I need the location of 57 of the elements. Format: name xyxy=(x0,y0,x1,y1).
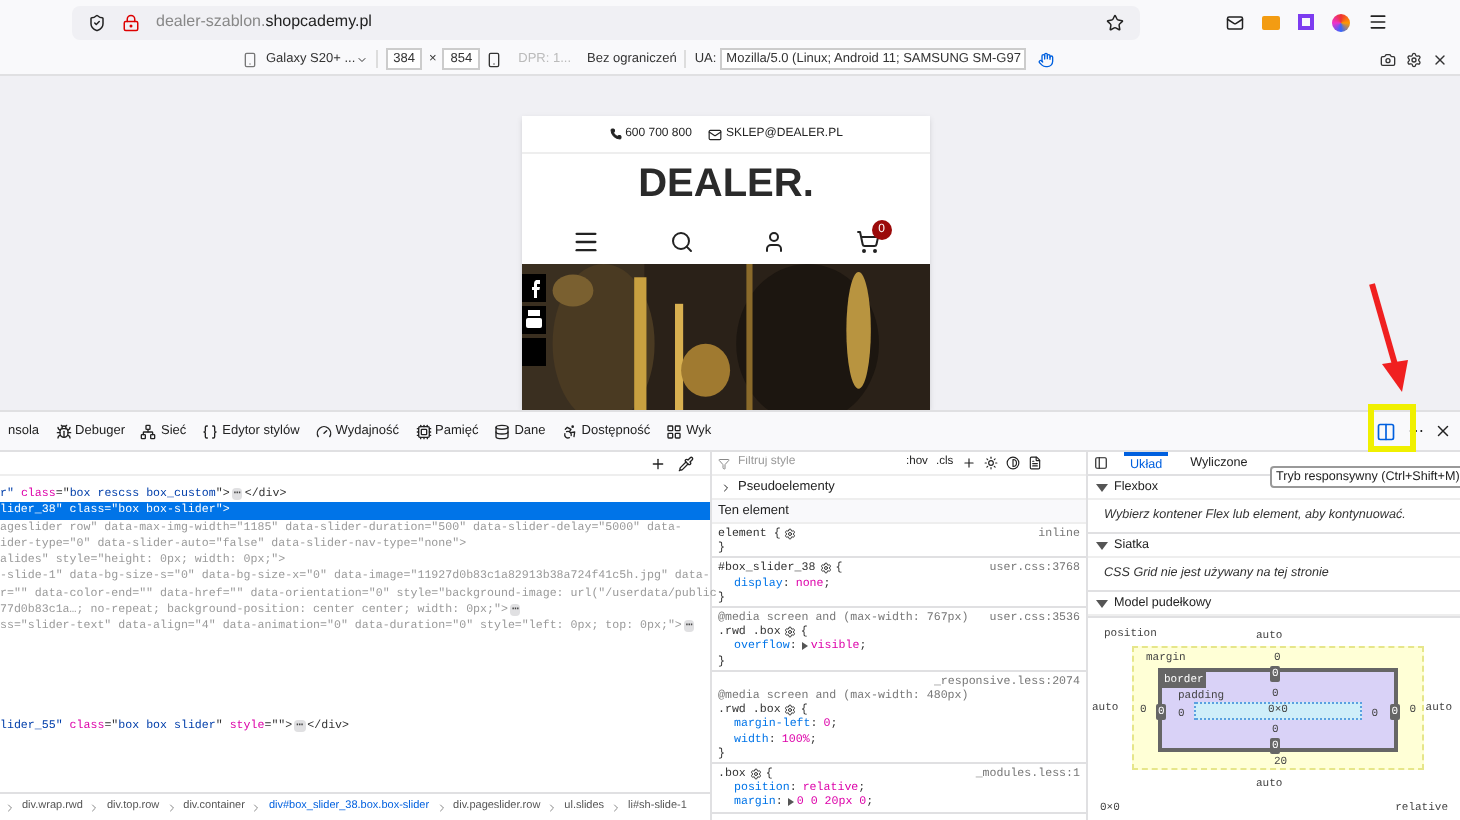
star-icon[interactable] xyxy=(1106,13,1124,31)
expanded-arrow-icon[interactable] xyxy=(1096,599,1108,607)
expanded-arrow-icon[interactable] xyxy=(1096,483,1108,491)
tab-icon xyxy=(561,423,578,439)
gear-icon[interactable] xyxy=(784,527,797,540)
eyedropper-icon[interactable] xyxy=(678,455,694,471)
separator-icon xyxy=(546,801,559,813)
tab-icon xyxy=(140,423,157,439)
lock-icon[interactable] xyxy=(122,13,140,31)
dropdown-icon xyxy=(355,53,368,65)
touch-icon[interactable] xyxy=(1038,51,1055,67)
gear-icon[interactable] xyxy=(784,625,797,638)
add-rule-icon[interactable] xyxy=(961,456,976,470)
close-icon[interactable] xyxy=(1432,51,1448,67)
address-bar[interactable]: dealer-szablon.shopcademy.pl xyxy=(72,5,1140,39)
gear-icon[interactable] xyxy=(784,703,797,716)
light-scheme-icon[interactable] xyxy=(983,456,998,470)
tab-icon xyxy=(666,423,683,439)
facebook-icon[interactable] xyxy=(522,274,546,302)
gear-icon[interactable] xyxy=(819,562,832,574)
responsive-mode-icon[interactable] xyxy=(1376,421,1396,441)
separator-icon xyxy=(610,801,623,813)
tab-icon xyxy=(202,423,219,439)
menu-icon[interactable] xyxy=(572,228,601,256)
separator-icon xyxy=(4,801,16,813)
arrow-icon xyxy=(1368,280,1412,396)
gear-icon[interactable] xyxy=(749,767,762,780)
separator-icon xyxy=(88,801,101,813)
tab-icon xyxy=(415,423,432,439)
filter-icon xyxy=(718,457,730,469)
add-node-icon[interactable] xyxy=(650,455,666,471)
print-media-icon[interactable] xyxy=(1027,456,1042,470)
phone-icon xyxy=(609,128,622,140)
device-icon xyxy=(242,51,258,67)
separator-icon xyxy=(165,801,178,813)
sidebar-toggle-icon[interactable] xyxy=(1094,456,1108,470)
tab-icon xyxy=(55,423,72,439)
expanded-arrow-icon[interactable] xyxy=(1096,541,1108,549)
mail-icon xyxy=(707,127,722,141)
screenshot-icon[interactable] xyxy=(1380,51,1396,67)
extension-icon[interactable] xyxy=(1298,14,1314,30)
settings-icon[interactable] xyxy=(1406,51,1422,67)
user-icon[interactable] xyxy=(762,230,787,254)
tab-icon xyxy=(494,423,511,439)
cart-icon[interactable] xyxy=(855,230,880,254)
search-icon[interactable] xyxy=(669,230,694,254)
menu-icon[interactable] xyxy=(1368,12,1388,32)
dark-scheme-icon[interactable] xyxy=(1005,456,1020,470)
url-text: dealer-szablon.shopcademy.pl xyxy=(156,10,372,34)
logo[interactable]: DEALER. xyxy=(638,154,814,214)
separator-icon xyxy=(250,801,263,813)
close-icon[interactable] xyxy=(1434,422,1452,440)
tab-icon xyxy=(315,423,332,439)
shield-icon[interactable] xyxy=(88,13,106,31)
separator-icon xyxy=(435,801,448,813)
highlight-frame xyxy=(1368,404,1416,452)
rotate-icon[interactable] xyxy=(486,51,503,67)
